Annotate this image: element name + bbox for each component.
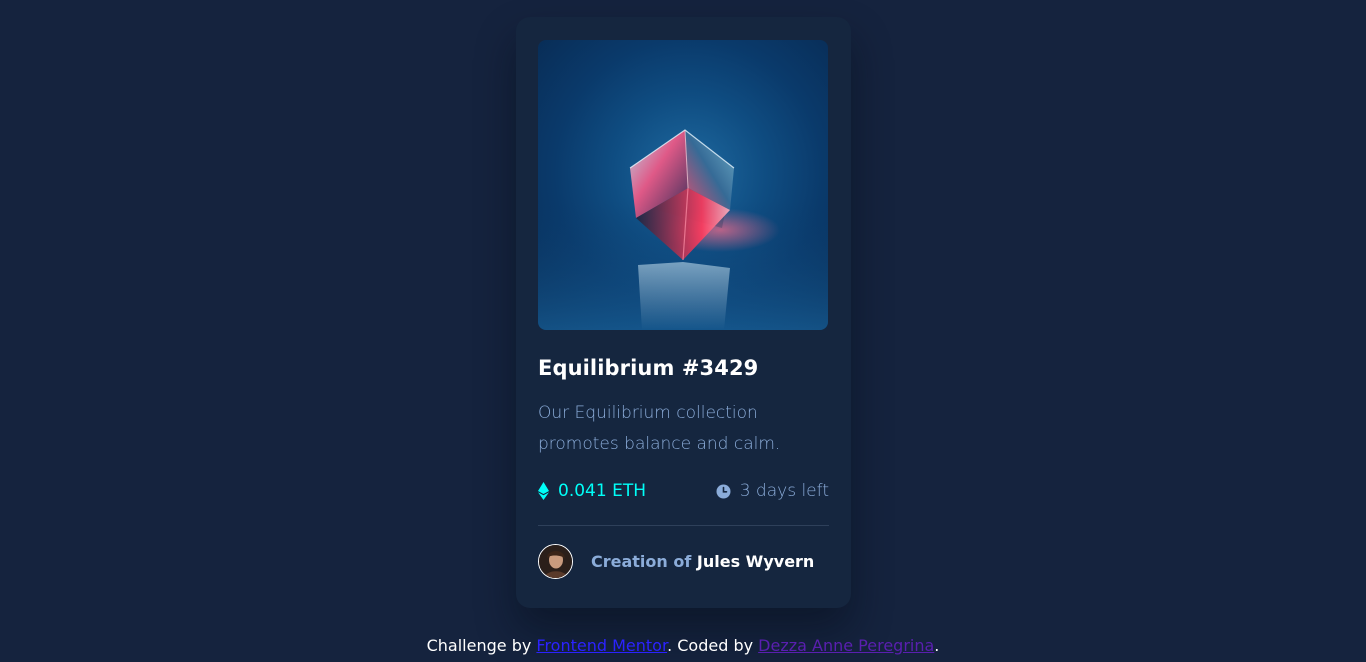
nft-description: Our Equilibrium collection promotes bala… [538, 403, 781, 454]
avatar [538, 544, 573, 579]
author-link[interactable]: Dezza Anne Peregrina [758, 636, 934, 655]
nft-stats: 0.041 ETH 3 days left [538, 479, 829, 503]
frontend-mentor-link[interactable]: Frontend Mentor [536, 636, 667, 655]
nft-card: Equilibrium #3429 Our Equilibrium collec… [516, 17, 851, 608]
nft-title[interactable]: Equilibrium #3429 [538, 355, 829, 381]
attribution-suffix: . [934, 636, 940, 655]
clock-icon [716, 484, 731, 499]
attribution-prefix: Challenge by [426, 636, 532, 655]
attribution: Challenge by Frontend Mentor. Coded by D… [0, 636, 1366, 655]
page: Equilibrium #3429 Our Equilibrium collec… [0, 0, 1366, 662]
creator-name[interactable]: Jules Wyvern [697, 552, 814, 571]
price: 0.041 ETH [538, 481, 646, 501]
crystal-cube-artwork [538, 129, 828, 330]
creator-prefix: Creation of [591, 552, 692, 571]
ethereum-icon [538, 482, 549, 500]
price-value: 0.041 ETH [558, 481, 646, 501]
attribution-middle: . Coded by [667, 636, 754, 655]
time-left-value: 3 days left [739, 481, 829, 501]
divider [538, 525, 829, 526]
nft-image[interactable] [538, 40, 828, 330]
creator-credit: Creation of Jules Wyvern [591, 552, 814, 571]
time-left: 3 days left [716, 481, 829, 501]
creator: Creation of Jules Wyvern [538, 544, 829, 579]
